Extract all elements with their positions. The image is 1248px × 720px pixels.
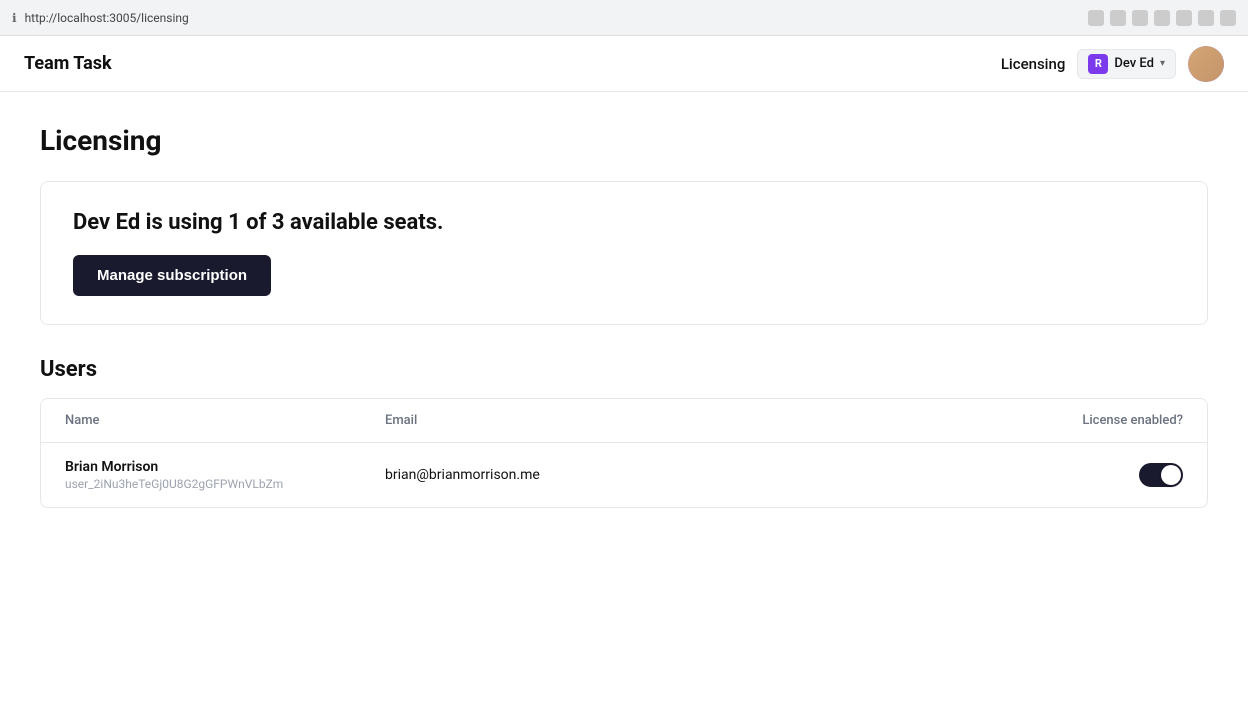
users-table: Name Email License enabled? Brian Morris…: [40, 398, 1208, 508]
column-header-email: Email: [385, 413, 1003, 428]
browser-ext-icon-6[interactable]: [1198, 10, 1214, 26]
app-logo[interactable]: Team Task: [24, 53, 1001, 74]
toggle-track: [1139, 463, 1183, 487]
browser-ext-icon-4[interactable]: [1154, 10, 1170, 26]
browser-ext-icon-7[interactable]: [1220, 10, 1236, 26]
header-page-title: Licensing: [1001, 55, 1066, 73]
table-row: Brian Morrison user_2iNu3heTeGj0U8G2gGFP…: [41, 443, 1207, 507]
avatar-image: [1188, 46, 1224, 82]
workspace-name: Dev Ed: [1114, 56, 1154, 71]
workspace-switcher[interactable]: R Dev Ed ▾: [1077, 49, 1176, 79]
user-email: brian@brianmorrison.me: [385, 467, 540, 483]
browser-ext-icon-3[interactable]: [1132, 10, 1148, 26]
user-email-cell: brian@brianmorrison.me: [385, 467, 1003, 483]
table-header: Name Email License enabled?: [41, 399, 1207, 443]
workspace-icon: R: [1088, 54, 1108, 74]
user-name: Brian Morrison: [65, 459, 385, 475]
chevron-down-icon: ▾: [1160, 58, 1165, 69]
subscription-card: Dev Ed is using 1 of 3 available seats. …: [40, 181, 1208, 325]
header-right: Licensing R Dev Ed ▾: [1001, 46, 1224, 82]
avatar[interactable]: [1188, 46, 1224, 82]
browser-bar: ℹ http://localhost:3005/licensing: [0, 0, 1248, 36]
page-title: Licensing: [40, 124, 1208, 157]
user-name-cell: Brian Morrison user_2iNu3heTeGj0U8G2gGFP…: [65, 459, 385, 491]
users-section: Users Name Email License enabled? Brian …: [40, 357, 1208, 508]
column-header-name: Name: [65, 413, 385, 428]
browser-ext-icon-1[interactable]: [1088, 10, 1104, 26]
browser-ext-icon-2[interactable]: [1110, 10, 1126, 26]
app-header: Team Task Licensing R Dev Ed ▾: [0, 36, 1248, 92]
license-toggle-cell: [1003, 463, 1183, 487]
browser-ext-icon-5[interactable]: [1176, 10, 1192, 26]
subscription-seats-text: Dev Ed is using 1 of 3 available seats.: [73, 210, 1175, 235]
info-icon: ℹ: [12, 11, 17, 25]
browser-toolbar-icons: [1088, 10, 1236, 26]
toggle-thumb: [1161, 465, 1181, 485]
main-content: Licensing Dev Ed is using 1 of 3 availab…: [0, 92, 1248, 540]
column-header-license: License enabled?: [1003, 413, 1183, 428]
users-section-title: Users: [40, 357, 1208, 382]
user-id: user_2iNu3heTeGj0U8G2gGFPWnVLbZm: [65, 477, 385, 491]
url-bar[interactable]: http://localhost:3005/licensing: [25, 11, 189, 25]
license-toggle[interactable]: [1139, 463, 1183, 487]
manage-subscription-button[interactable]: Manage subscription: [73, 255, 271, 296]
